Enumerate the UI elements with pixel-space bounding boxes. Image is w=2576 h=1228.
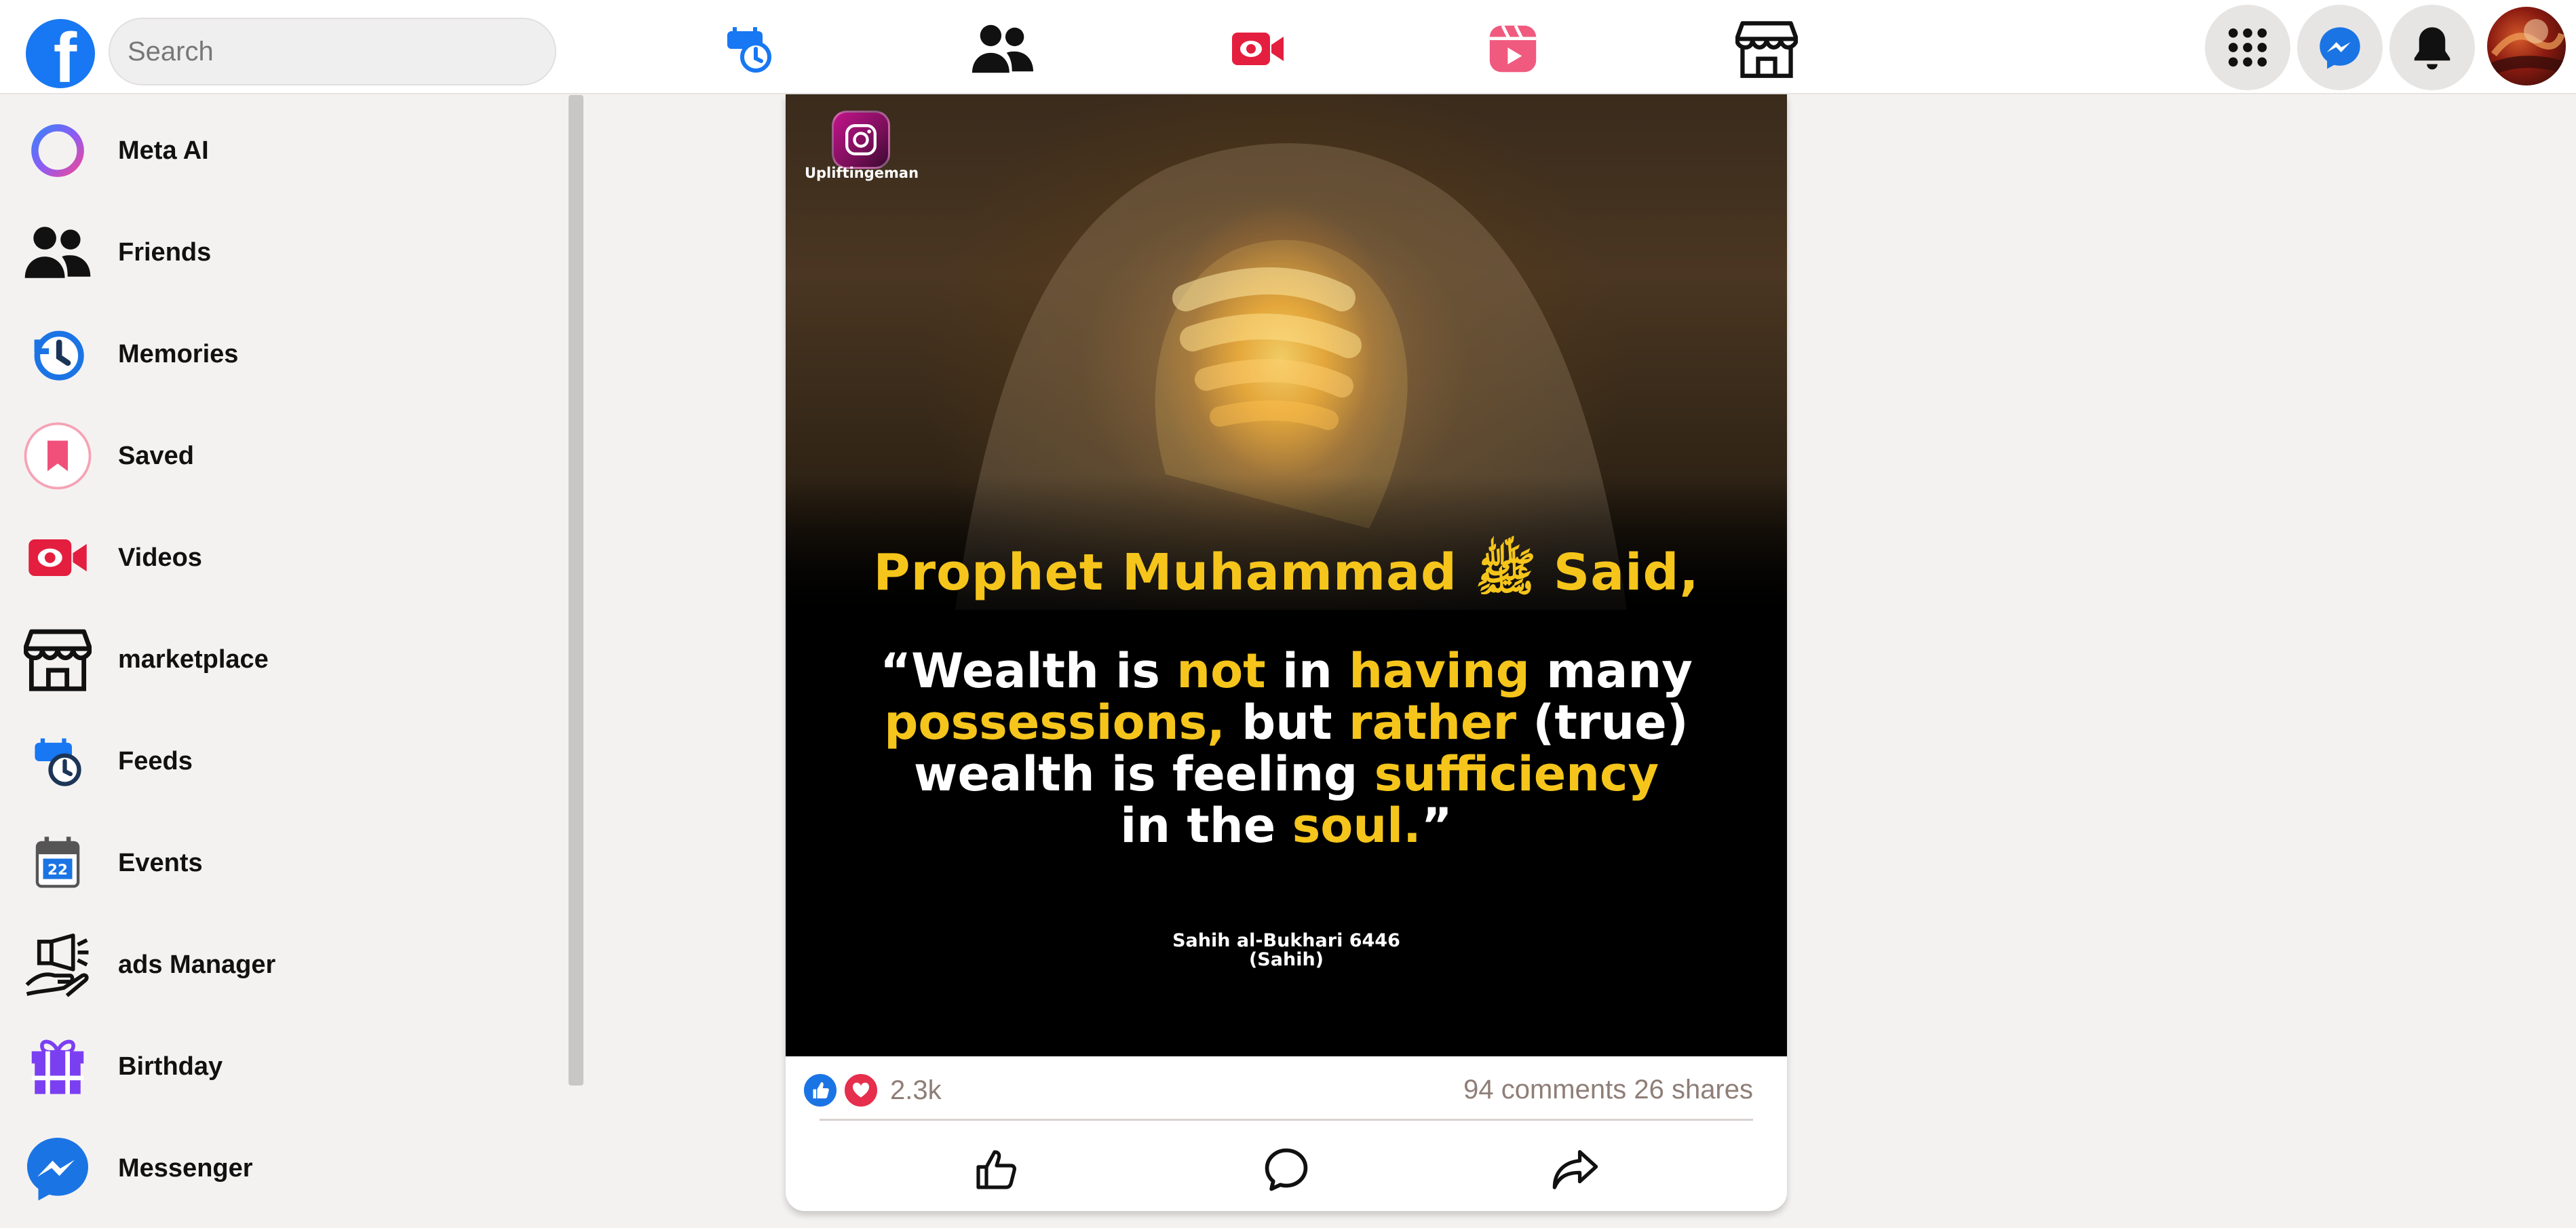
friends-icon[interactable] [969,15,1037,83]
like-button[interactable] [962,1139,1030,1200]
feed-post: Upliftingeman Prophet Muhammad ﷺ Said, “… [786,94,1787,1211]
comments-shares-count[interactable]: 94 comments 26 shares [1463,1075,1753,1105]
post-divider [820,1119,1753,1121]
reaction-summary[interactable]: 2.3k [802,1070,942,1111]
quote-word: (true) [1516,695,1689,750]
sidebar-item-label: Events [118,848,203,877]
menu-grid-icon [2228,28,2267,67]
quote-highlight: possessions, [884,695,1225,750]
source-line: Sahih al-Bukhari 6446 [1172,930,1400,951]
share-button[interactable] [1541,1139,1609,1200]
sidebar-item-label: Friends [118,237,212,267]
quote-word: in [1265,643,1349,699]
sidebar-item-saved[interactable]: Saved [22,415,537,497]
quote-highlight: soul. [1292,798,1421,853]
sidebar-item-feeds[interactable]: Feeds [22,721,537,802]
sidebar-item-birthday[interactable]: Birthday [22,1026,537,1107]
messenger-icon [2320,27,2360,69]
friends-icon [22,216,94,288]
love-reaction-icon [843,1072,879,1109]
quote-text: “Wealth is not in having many possession… [853,645,1719,851]
sidebar-item-label: ads Manager [118,950,276,979]
sidebar-item-videos[interactable]: Videos [22,517,537,598]
reaction-count: 2.3k [890,1075,942,1105]
sidebar-item-label: Memories [118,339,239,368]
like-icon [976,1150,1016,1189]
sidebar-item-label: Videos [118,543,202,572]
feeds-icon[interactable] [715,15,783,83]
share-icon [1552,1150,1598,1189]
quote-word: many [1529,643,1693,699]
bell-icon [2414,27,2450,70]
comment-icon [1265,1148,1308,1191]
sidebar-item-label: Feeds [118,746,193,775]
memories-icon [22,318,94,390]
sidebar-scrollbar[interactable] [569,95,583,1086]
quote-highlight: rather [1348,695,1517,750]
sidebar-item-messenger[interactable]: Messenger [22,1128,537,1209]
messenger-icon [22,1132,94,1204]
hadith-source: Sahih al-Bukhari 6446 (Sahih) [786,932,1787,970]
sidebar-item-events[interactable]: 22 Events [22,822,537,904]
top-navigation-bar: f [0,0,2576,94]
profile-avatar[interactable] [2487,7,2566,85]
gift-icon [22,1031,94,1102]
video-icon[interactable] [1224,15,1292,83]
sidebar-item-meta-ai[interactable]: Meta AI [22,110,537,191]
search-input[interactable] [109,18,556,85]
menu-grid-button[interactable] [2205,5,2290,90]
quote-highlight: having [1349,643,1530,699]
instagram-handle: Upliftingeman [804,165,919,181]
quote-word: wealth is feeling [913,746,1374,802]
sidebar-item-label: Saved [118,441,194,470]
logo-letter: f [53,19,77,88]
messenger-button[interactable] [2297,5,2383,90]
quote-word: but [1225,695,1349,750]
feeds-icon [22,725,94,797]
reels-icon[interactable] [1479,15,1547,83]
calendar-icon: 22 [22,827,94,899]
instagram-icon [832,111,890,169]
megaphone-icon [22,929,94,1001]
sidebar-item-ads-manager[interactable]: ads Manager [22,924,537,1005]
quote-heading: Prophet Muhammad ﷺ Said, [873,543,1699,602]
quote-highlight: not [1176,643,1266,699]
post-image[interactable]: Upliftingeman Prophet Muhammad ﷺ Said, “… [786,94,1787,1056]
sidebar-item-label: marketplace [118,645,269,674]
sidebar-item-memories[interactable]: Memories [22,313,537,395]
sidebar-item-label: Messenger [118,1153,253,1183]
quote-word: in the [1120,798,1292,853]
comment-button[interactable] [1252,1139,1320,1200]
calendar-day: 22 [47,862,68,879]
sidebar-item-label: Meta AI [118,136,209,165]
sidebar-item-label: Birthday [118,1052,223,1081]
marketplace-icon [22,623,94,695]
source-grade: (Sahih) [1248,949,1324,970]
quote-highlight: sufficiency [1374,746,1659,802]
quote-word: “Wealth is [880,643,1177,699]
quote-word: ” [1421,798,1453,853]
marketplace-icon[interactable] [1733,15,1801,83]
sidebar-item-marketplace[interactable]: marketplace [22,619,537,700]
notifications-button[interactable] [2389,5,2475,90]
facebook-logo[interactable]: f [26,19,95,88]
meta-ai-icon [22,115,94,187]
like-reaction-icon [802,1072,839,1109]
video-icon [22,522,94,594]
bookmark-icon [22,420,94,492]
sidebar-item-friends[interactable]: Friends [22,212,537,293]
